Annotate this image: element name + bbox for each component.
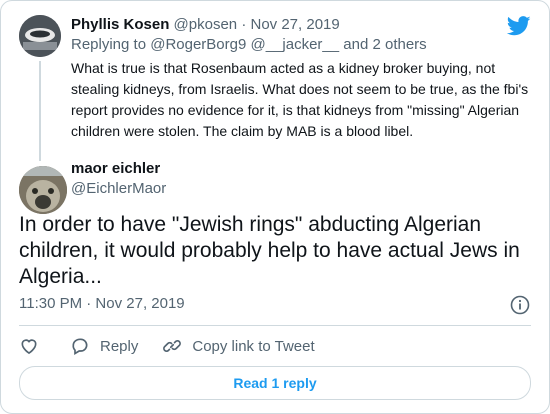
replying-suffix[interactable]: and 2 others <box>339 36 426 53</box>
separator: · <box>237 16 251 33</box>
author-handle[interactable]: @EichlerMaor <box>71 179 166 199</box>
replying-to: Replying to @RogerBorg9 @__jacker__ and … <box>71 35 531 55</box>
parent-tweet-header: Phyllis Kosen @pkosen · Nov 27, 2019 <box>71 15 531 35</box>
copy-link-label[interactable]: Copy link to Tweet <box>192 338 314 355</box>
author-name[interactable]: maor eichler <box>71 159 166 179</box>
parent-tweet-body: Phyllis Kosen @pkosen · Nov 27, 2019 Rep… <box>71 15 531 142</box>
tweet-text: In order to have "Jewish rings" abductin… <box>19 213 520 288</box>
tweet-timestamp[interactable]: 11:30 PM · Nov 27, 2019 <box>19 294 185 314</box>
link-icon <box>163 340 182 352</box>
reply-label[interactable]: Reply <box>100 338 138 355</box>
avatar[interactable] <box>19 166 67 214</box>
tweet-author[interactable]: maor eichler @EichlerMaor <box>71 159 166 199</box>
replying-prefix: Replying to <box>71 36 151 53</box>
reply-button[interactable]: Reply <box>70 336 138 356</box>
tweet-date[interactable]: Nov 27, 2019 <box>251 16 340 33</box>
thread-connector-line <box>39 61 41 161</box>
reply-icon <box>72 338 88 355</box>
parent-tweet-text: What is true is that Rosenbaum acted as … <box>71 60 529 139</box>
divider <box>19 325 531 326</box>
info-icon[interactable] <box>510 295 530 315</box>
like-button[interactable] <box>19 336 39 356</box>
tweet-actions: Reply Copy link to Tweet <box>19 335 339 357</box>
copy-link-button[interactable]: Copy link to Tweet <box>162 336 315 356</box>
avatar[interactable] <box>19 15 61 57</box>
mention-link[interactable]: @RogerBorg9 <box>150 36 246 53</box>
mention-link[interactable]: @__jacker__ <box>251 36 340 53</box>
read-replies-button[interactable]: Read 1 reply <box>19 366 531 400</box>
author-name[interactable]: Phyllis Kosen <box>71 16 169 33</box>
embedded-tweet-card: Phyllis Kosen @pkosen · Nov 27, 2019 Rep… <box>0 0 550 414</box>
heart-icon <box>21 339 37 355</box>
author-handle[interactable]: @pkosen <box>174 16 238 33</box>
